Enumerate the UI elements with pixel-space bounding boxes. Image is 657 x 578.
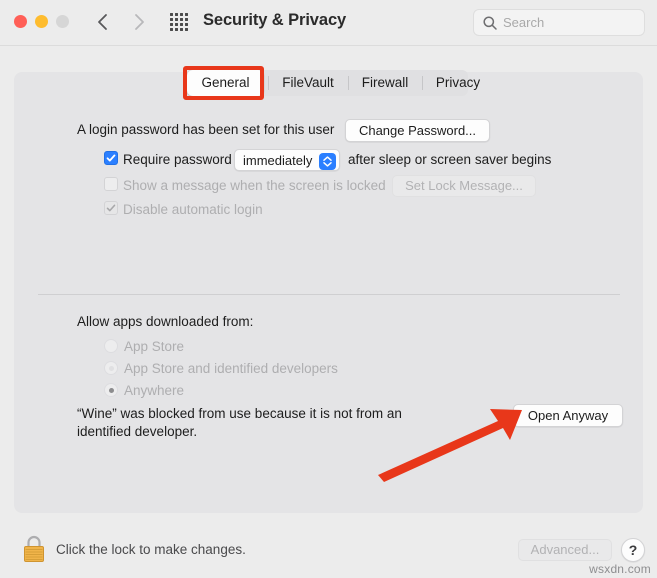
grid-dot [180, 13, 183, 16]
zoom-button[interactable] [56, 15, 69, 28]
open-anyway-button[interactable]: Open Anyway [513, 404, 623, 427]
close-button[interactable] [14, 15, 27, 28]
radio-dot [108, 387, 114, 393]
show-lock-message-checkbox[interactable] [104, 177, 118, 191]
radio-anywhere[interactable] [104, 383, 118, 397]
grid-dot [175, 18, 178, 21]
grid-dot [185, 28, 188, 31]
radio-anywhere-label: Anywhere [124, 383, 185, 398]
radio-dot [109, 344, 114, 349]
section-divider [38, 294, 620, 295]
grid-dot [185, 18, 188, 21]
grid-dot [175, 28, 178, 31]
show-lock-message-label: Show a message when the screen is locked [123, 178, 386, 193]
login-status-text: A login password has been set for this u… [77, 122, 335, 137]
forward-arrow-icon[interactable] [128, 10, 150, 34]
grid-dot [170, 18, 173, 21]
chevron-updown-icon [319, 152, 336, 170]
require-password-suffix: after sleep or screen saver begins [348, 152, 552, 167]
back-arrow-icon[interactable] [93, 10, 115, 34]
grid-dot [185, 23, 188, 26]
blocked-app-message: “Wine” was blocked from use because it i… [77, 406, 402, 439]
title-bar: Security & Privacy Search [0, 0, 657, 46]
disable-auto-login-checkbox[interactable] [104, 201, 118, 215]
radio-app-store-and-identified-developers-label: App Store and identified developers [124, 361, 338, 376]
grid-dot [170, 23, 173, 26]
allow-apps-heading: Allow apps downloaded from: [77, 314, 254, 329]
lock-instruction-text: Click the lock to make changes. [56, 542, 246, 557]
search-icon [482, 15, 498, 31]
require-password-checkbox[interactable] [104, 151, 118, 165]
require-password-label: Require password [123, 152, 232, 167]
require-password-interval-select[interactable]: immediately [234, 149, 340, 171]
locked-padlock-icon[interactable] [21, 533, 47, 565]
set-lock-message-button[interactable]: Set Lock Message... [392, 175, 536, 197]
grid-dot [170, 28, 173, 31]
advanced-button[interactable]: Advanced... [518, 539, 612, 561]
radio-dot [108, 365, 114, 371]
grid-dot [185, 13, 188, 16]
grid-dot [180, 23, 183, 26]
watermark: wsxdn.com [589, 562, 651, 576]
require-password-interval-value: immediately [243, 153, 313, 168]
tab-firewall[interactable]: Firewall [349, 70, 421, 96]
search-placeholder: Search [503, 15, 545, 30]
page-title: Security & Privacy [203, 11, 347, 29]
radio-app-store[interactable] [104, 339, 118, 353]
grid-dot [175, 23, 178, 26]
disable-auto-login-label: Disable automatic login [123, 202, 263, 217]
help-button[interactable]: ? [621, 538, 645, 562]
content-panel [14, 72, 643, 513]
system-preferences-window: Security & Privacy Search General FileVa… [0, 0, 657, 578]
grid-dot [180, 18, 183, 21]
tab-filevault[interactable]: FileVault [269, 70, 347, 96]
change-password-button[interactable]: Change Password... [345, 119, 490, 142]
grid-dot [180, 28, 183, 31]
radio-app-store-label: App Store [124, 339, 185, 354]
tab-privacy[interactable]: Privacy [423, 70, 493, 96]
search-input[interactable]: Search [473, 9, 645, 36]
grid-dot [175, 13, 178, 16]
annotation-highlight-rectangle [183, 66, 264, 100]
radio-app-store-and-identified-developers[interactable] [104, 361, 118, 375]
show-all-preferences-icon[interactable] [170, 13, 189, 32]
minimize-button[interactable] [35, 15, 48, 28]
grid-dot [170, 13, 173, 16]
